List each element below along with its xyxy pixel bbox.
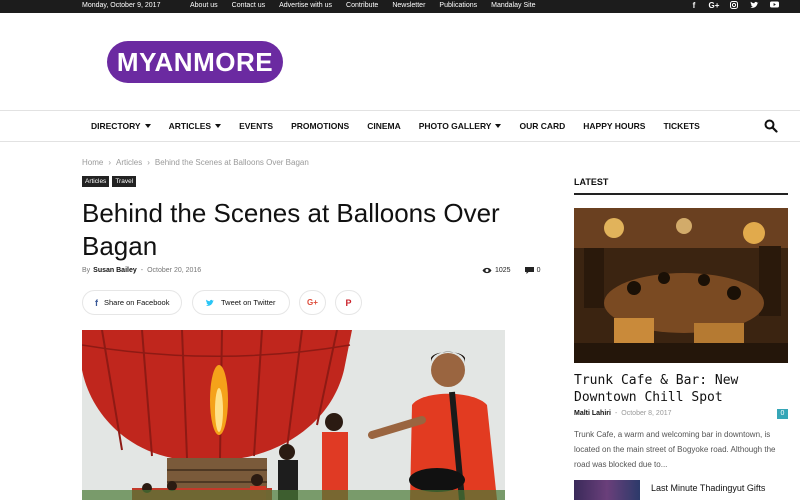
next-post-thumbnail[interactable] bbox=[574, 480, 640, 500]
breadcrumb-articles[interactable]: Articles bbox=[116, 158, 142, 167]
breadcrumb-separator: › bbox=[147, 158, 150, 167]
tag-articles[interactable]: Articles bbox=[82, 176, 110, 187]
site-logo[interactable]: MYANMORE bbox=[107, 41, 283, 83]
chevron-down-icon bbox=[144, 124, 151, 128]
sidebar-title: LATEST bbox=[574, 177, 609, 187]
youtube-icon[interactable] bbox=[764, 1, 784, 11]
twitter-icon bbox=[206, 299, 214, 306]
nav-label: PHOTO GALLERY bbox=[418, 121, 492, 131]
nav-item-promotions[interactable]: PROMOTIONS bbox=[291, 121, 349, 131]
article-author[interactable]: Susan Bailey bbox=[93, 267, 137, 274]
nav-label: ARTICLES bbox=[168, 121, 212, 131]
topbar-link-newsletter[interactable]: Newsletter bbox=[392, 2, 425, 9]
nav-item-our-card[interactable]: OUR CARD bbox=[519, 121, 565, 131]
article-title: Behind the Scenes at Balloons Over Bagan bbox=[82, 198, 500, 261]
pinterest-icon: P bbox=[345, 297, 352, 308]
view-count: 1025 bbox=[495, 267, 511, 274]
latest-post-excerpt: Trunk Cafe, a warm and welcoming bar in … bbox=[574, 430, 776, 469]
latest-post-image[interactable] bbox=[574, 208, 788, 363]
nav-label: HAPPY HOURS bbox=[583, 121, 646, 131]
latest-post-headline[interactable]: Trunk Cafe & Bar: New Downtown Chill Spo… bbox=[574, 372, 788, 406]
google-plus-icon: G+ bbox=[307, 298, 318, 307]
breadcrumb-home[interactable]: Home bbox=[82, 158, 103, 167]
article-tags: Articles Travel bbox=[82, 176, 137, 187]
eye-icon bbox=[482, 267, 492, 274]
google-plus-icon[interactable]: G+ bbox=[704, 1, 724, 11]
article-stats: 1025 0 bbox=[482, 267, 540, 274]
latest-post-date: October 8, 2017 bbox=[621, 410, 672, 417]
topbar-link-contact[interactable]: Contact us bbox=[232, 2, 265, 9]
nav-item-events[interactable]: EVENTS bbox=[239, 121, 273, 131]
instagram-icon[interactable] bbox=[724, 1, 744, 11]
nav-item-happy-hours[interactable]: HAPPY HOURS bbox=[583, 121, 645, 131]
main-nav: DIRECTORY ARTICLES EVENTS PROMOTIONS CIN… bbox=[0, 110, 800, 142]
share-facebook-label: Share on Facebook bbox=[104, 298, 170, 307]
sidebar-divider bbox=[574, 193, 788, 195]
by-label: By bbox=[82, 267, 91, 274]
nav-item-cinema[interactable]: CINEMA bbox=[367, 121, 401, 131]
social-links: f G+ bbox=[684, 1, 784, 11]
comment-count-badge[interactable]: 0 bbox=[777, 409, 788, 419]
chevron-down-icon bbox=[215, 124, 222, 128]
tag-travel[interactable]: Travel bbox=[112, 176, 137, 187]
top-bar: Monday, October 9, 2017 About us Contact… bbox=[0, 0, 800, 13]
breadcrumb: Home › Articles › Behind the Scenes at B… bbox=[82, 158, 309, 167]
site-header: MYANMORE bbox=[0, 13, 800, 110]
meta-separator: - bbox=[614, 410, 618, 417]
next-post-title[interactable]: Last Minute Thadingyut Gifts bbox=[651, 483, 765, 493]
article-meta: By Susan Bailey - October 20, 2016 bbox=[82, 267, 201, 274]
nav-label: TICKETS bbox=[663, 121, 700, 131]
topbar-links: About us Contact us Advertise with us Co… bbox=[190, 2, 550, 9]
nav-item-photo-gallery[interactable]: PHOTO GALLERY bbox=[419, 121, 502, 131]
twitter-icon[interactable] bbox=[744, 1, 764, 11]
comment-count[interactable]: 0 bbox=[537, 267, 541, 274]
topbar-link-advertise[interactable]: Advertise with us bbox=[279, 2, 332, 9]
topbar-link-about[interactable]: About us bbox=[190, 2, 218, 9]
meta-separator: - bbox=[140, 267, 144, 274]
share-twitter-label: Tweet on Twitter bbox=[221, 298, 276, 307]
topbar-link-contribute[interactable]: Contribute bbox=[346, 2, 378, 9]
share-facebook-button[interactable]: f Share on Facebook bbox=[82, 290, 182, 315]
article-featured-image bbox=[82, 330, 505, 500]
share-twitter-button[interactable]: Tweet on Twitter bbox=[192, 290, 290, 315]
article-date: October 20, 2016 bbox=[147, 267, 202, 274]
nav-label: EVENTS bbox=[239, 121, 274, 131]
facebook-icon: f bbox=[95, 297, 98, 308]
search-icon[interactable] bbox=[764, 119, 778, 133]
nav-item-articles[interactable]: ARTICLES bbox=[169, 121, 222, 131]
latest-post-author[interactable]: Malti Lahiri bbox=[574, 410, 611, 417]
topbar-date: Monday, October 9, 2017 bbox=[82, 2, 161, 9]
topbar-link-mandalay[interactable]: Mandalay Site bbox=[491, 2, 535, 9]
topbar-link-publications[interactable]: Publications bbox=[439, 2, 477, 9]
nav-label: DIRECTORY bbox=[91, 121, 141, 131]
latest-post-meta: Malti Lahiri - October 8, 2017 bbox=[574, 410, 672, 417]
share-pinterest-button[interactable]: P bbox=[335, 290, 362, 315]
nav-item-directory[interactable]: DIRECTORY bbox=[91, 121, 151, 131]
nav-label: PROMOTIONS bbox=[291, 121, 350, 131]
breadcrumb-current: Behind the Scenes at Balloons Over Bagan bbox=[154, 158, 309, 167]
comment-icon[interactable] bbox=[524, 267, 534, 274]
nav-item-tickets[interactable]: TICKETS bbox=[663, 121, 699, 131]
nav-label: CINEMA bbox=[367, 121, 401, 131]
chevron-down-icon bbox=[495, 124, 502, 128]
nav-label: OUR CARD bbox=[519, 121, 566, 131]
share-google-plus-button[interactable]: G+ bbox=[299, 290, 326, 315]
facebook-icon[interactable]: f bbox=[684, 1, 704, 11]
breadcrumb-separator: › bbox=[108, 158, 112, 167]
